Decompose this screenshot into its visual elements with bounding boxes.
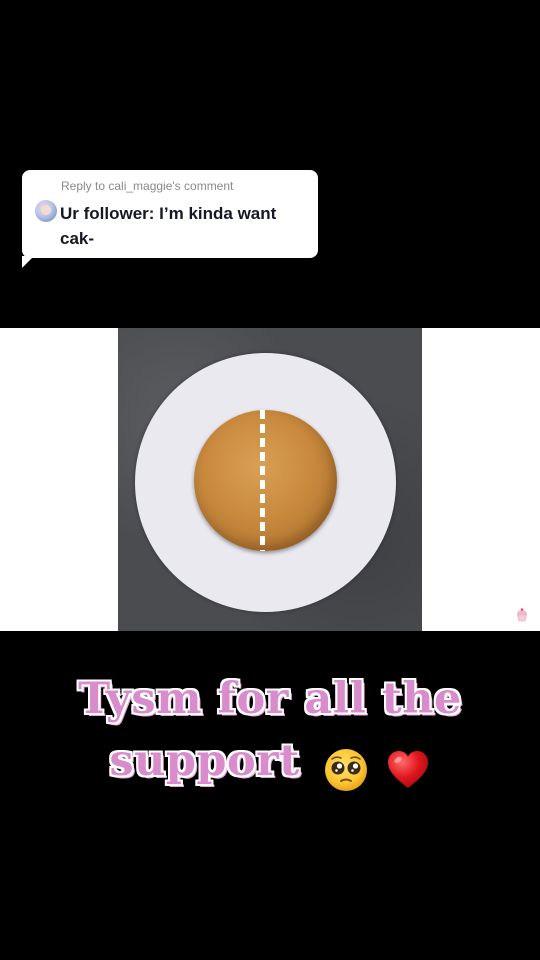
red-heart-icon (387, 751, 428, 788)
pleading-face-icon (325, 749, 368, 791)
caption-text: Tysm for all the support (40, 668, 500, 798)
cupcake-icon (517, 608, 527, 622)
cut-guide-line (260, 410, 265, 551)
reply-header: Reply to cali_maggie's comment (61, 179, 234, 193)
cake-video-image (118, 328, 422, 631)
sponge-cake (194, 410, 337, 551)
commenter-avatar (35, 200, 57, 222)
caption-line-1: Tysm for all the (78, 674, 462, 724)
video-screen[interactable]: Reply to cali_maggie's comment Ur follow… (0, 0, 540, 960)
reply-comment-bubble[interactable]: Reply to cali_maggie's comment Ur follow… (22, 170, 318, 268)
caption-line-2: support (109, 736, 300, 786)
video-frame[interactable] (0, 328, 540, 631)
reply-comment-text: Ur follower: I’m kinda want cak- (60, 204, 277, 248)
